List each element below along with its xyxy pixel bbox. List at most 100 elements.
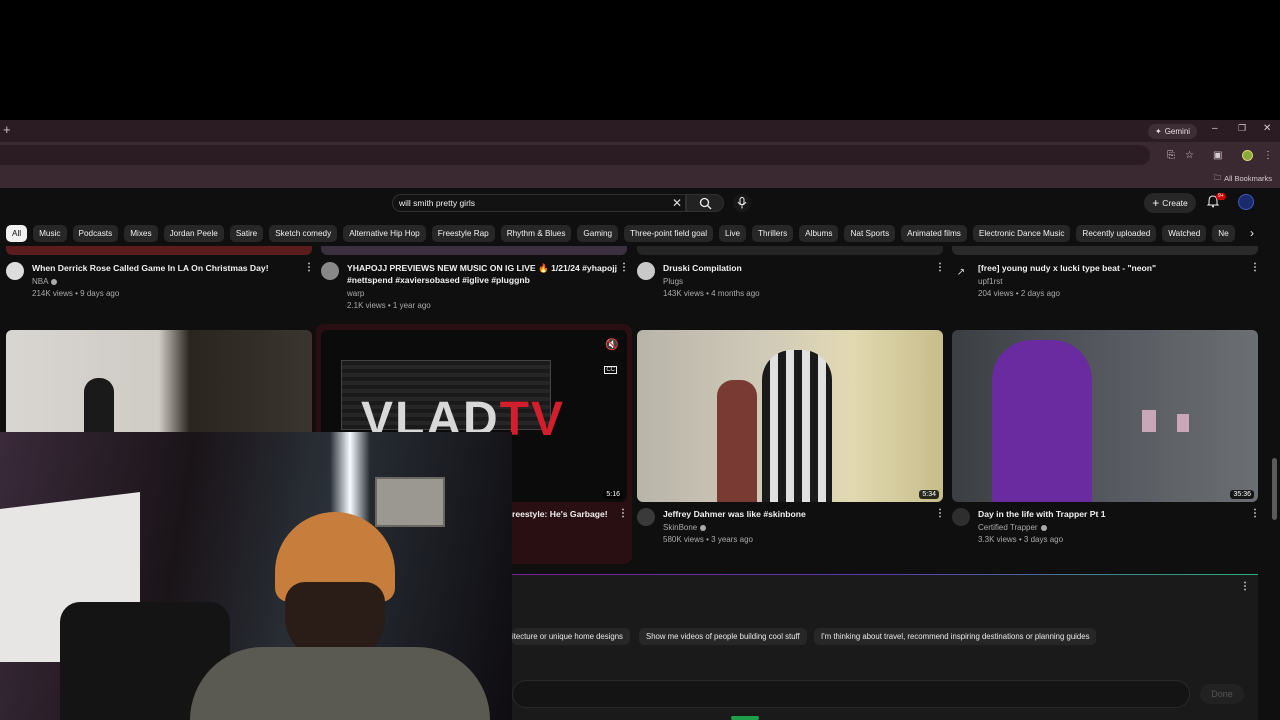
video-title[interactable]: Druski Compilation [663, 262, 933, 274]
captions-icon[interactable]: CC [604, 366, 617, 374]
video-thumbnail[interactable]: 5:34 [637, 330, 943, 502]
channel-name[interactable]: Plugs [663, 276, 683, 288]
video-title[interactable]: When Derrick Rose Called Game In LA On C… [32, 262, 302, 274]
install-app-icon[interactable]: ⎘ [1167, 150, 1175, 161]
filter-chip[interactable]: Animated films [901, 225, 967, 242]
channel-avatar[interactable] [321, 262, 339, 280]
video-title[interactable]: reestyle: He's Garbage! [512, 508, 612, 520]
browser-menu-icon[interactable]: ⋮ [1263, 150, 1273, 161]
channel-name[interactable]: NBA [32, 276, 58, 288]
gemini-prompt-input[interactable] [512, 680, 1190, 708]
account-avatar[interactable] [1238, 194, 1254, 210]
channel-avatar[interactable] [637, 262, 655, 280]
filter-chip[interactable]: Watched [1162, 225, 1207, 242]
search-input[interactable]: will smith pretty girls ✕ [392, 194, 686, 212]
video-card[interactable]: ↗ [free] young nudy x lucki type beat - … [952, 262, 1262, 302]
filter-chip[interactable]: Music [33, 225, 67, 242]
video-card[interactable]: reestyle: He's Garbage! ⋮ [512, 508, 632, 524]
bookmark-star-icon[interactable]: ☆ [1185, 150, 1194, 161]
all-bookmarks-label: All Bookmarks [1224, 174, 1272, 183]
side-panel-icon[interactable]: ▣ [1213, 150, 1222, 161]
create-button[interactable]: + Create [1144, 193, 1196, 213]
filter-chip[interactable]: Gaming [577, 225, 619, 242]
search-button[interactable] [686, 194, 724, 212]
filter-chip[interactable]: Podcasts [72, 225, 119, 242]
video-title[interactable]: Jeffrey Dahmer was like #skinbone [663, 508, 933, 520]
filter-chip[interactable]: Ne [1212, 225, 1235, 242]
more-options-icon[interactable]: ⋮ [619, 262, 629, 273]
mute-icon[interactable]: 🔇 [605, 338, 619, 351]
browser-tab-bar: + ✦ Gemini – ❐ ✕ [0, 120, 1280, 142]
channel-name[interactable]: Certified Trapper [978, 522, 1047, 534]
video-card[interactable]: YHAPOJJ PREVIEWS NEW MUSIC ON IG LIVE 🔥 … [321, 262, 631, 314]
panel-more-icon[interactable]: ⋮ [1240, 581, 1250, 592]
gemini-button[interactable]: ✦ Gemini [1148, 124, 1198, 139]
sparkle-icon: ✦ [1155, 127, 1162, 136]
suggestion-chip[interactable]: I'm thinking about travel, recommend ins… [814, 628, 1097, 645]
search-icon [699, 197, 712, 210]
video-thumbnail[interactable] [952, 246, 1258, 255]
video-thumbnail[interactable] [321, 246, 627, 255]
voice-search-button[interactable] [733, 194, 751, 212]
browser-profile-avatar[interactable] [1242, 150, 1253, 161]
plus-icon: + [1152, 196, 1160, 210]
video-thumbnail[interactable]: 35:36 [952, 330, 1258, 502]
address-bar[interactable] [0, 145, 1150, 165]
filter-chip[interactable]: Rhythm & Blues [500, 225, 572, 242]
filter-chip[interactable]: Recently uploaded [1076, 225, 1157, 242]
video-card[interactable]: Druski Compilation Plugs 143K views • 4 … [637, 262, 947, 302]
more-options-icon[interactable]: ⋮ [304, 262, 314, 273]
video-meta: 214K views • 9 days ago [32, 289, 120, 298]
video-title[interactable]: YHAPOJJ PREVIEWS NEW MUSIC ON IG LIVE 🔥 … [347, 262, 617, 286]
filter-chip[interactable]: All [6, 225, 28, 242]
video-title[interactable]: Day in the life with Trapper Pt 1 [978, 508, 1248, 520]
more-options-icon[interactable]: ⋮ [1250, 508, 1260, 519]
suggestion-chip[interactable]: Show me videos of people building cool s… [639, 628, 807, 645]
video-thumbnail[interactable] [6, 246, 312, 255]
channel-name[interactable]: SkinBone [663, 522, 707, 534]
filter-chip[interactable]: Jordan Peele [163, 225, 224, 242]
filter-chip[interactable]: Alternative Hip Hop [343, 225, 426, 242]
thumbnail-figure [717, 380, 757, 502]
filter-chip[interactable]: Live [719, 225, 747, 242]
filter-chip[interactable]: Albums [799, 225, 839, 242]
video-thumbnail[interactable] [637, 246, 943, 255]
filter-chip[interactable]: Nat Sports [844, 225, 896, 242]
chevron-right-icon[interactable]: › [1250, 226, 1254, 240]
channel-avatar[interactable] [952, 508, 970, 526]
video-card[interactable]: Day in the life with Trapper Pt 1 Certif… [952, 508, 1262, 548]
channel-name[interactable]: warp [347, 288, 364, 300]
video-meta: 2.1K views • 1 year ago [347, 301, 431, 310]
video-card[interactable]: When Derrick Rose Called Game In LA On C… [6, 262, 316, 302]
channel-name[interactable]: upf1rst [978, 276, 1002, 288]
video-title[interactable]: [free] young nudy x lucki type beat - "n… [978, 262, 1248, 274]
clear-search-icon[interactable]: ✕ [672, 196, 682, 210]
channel-avatar[interactable] [6, 262, 24, 280]
verified-icon [700, 524, 707, 531]
done-button[interactable]: Done [1200, 684, 1244, 704]
page-scrollbar-thumb[interactable] [1272, 458, 1277, 520]
restore-icon[interactable]: ❐ [1238, 123, 1246, 134]
screen: + ✦ Gemini – ❐ ✕ ⎘ ☆ ▣ ⋮ 🗀 All Bookmarks… [0, 0, 1280, 720]
filter-chip[interactable]: Three-point field goal [624, 225, 714, 242]
filter-chip[interactable]: Thrillers [752, 225, 794, 242]
create-label: Create [1162, 198, 1188, 208]
channel-avatar[interactable]: ↗ [952, 264, 970, 282]
filter-chip[interactable]: Electronic Dance Music [972, 225, 1071, 242]
filter-chip[interactable]: Satire [229, 225, 264, 242]
video-meta: 580K views • 3 years ago [663, 535, 753, 544]
video-card[interactable]: Jeffrey Dahmer was like #skinbone SkinBo… [637, 508, 947, 548]
new-tab-button[interactable]: + [3, 123, 11, 137]
more-options-icon[interactable]: ⋮ [935, 508, 945, 519]
minimize-icon[interactable]: – [1212, 123, 1218, 134]
channel-avatar[interactable] [637, 508, 655, 526]
filter-chip[interactable]: Freestyle Rap [431, 225, 495, 242]
more-options-icon[interactable]: ⋮ [618, 508, 628, 519]
more-options-icon[interactable]: ⋮ [1250, 262, 1260, 273]
more-options-icon[interactable]: ⋮ [935, 262, 945, 273]
filter-chip[interactable]: Sketch comedy [269, 225, 338, 242]
close-window-icon[interactable]: ✕ [1263, 123, 1271, 134]
filter-chip[interactable]: Mixes [124, 225, 158, 242]
suggestion-chip[interactable]: itecture or unique home designs [512, 628, 630, 645]
all-bookmarks-button[interactable]: 🗀 All Bookmarks [1214, 172, 1272, 185]
